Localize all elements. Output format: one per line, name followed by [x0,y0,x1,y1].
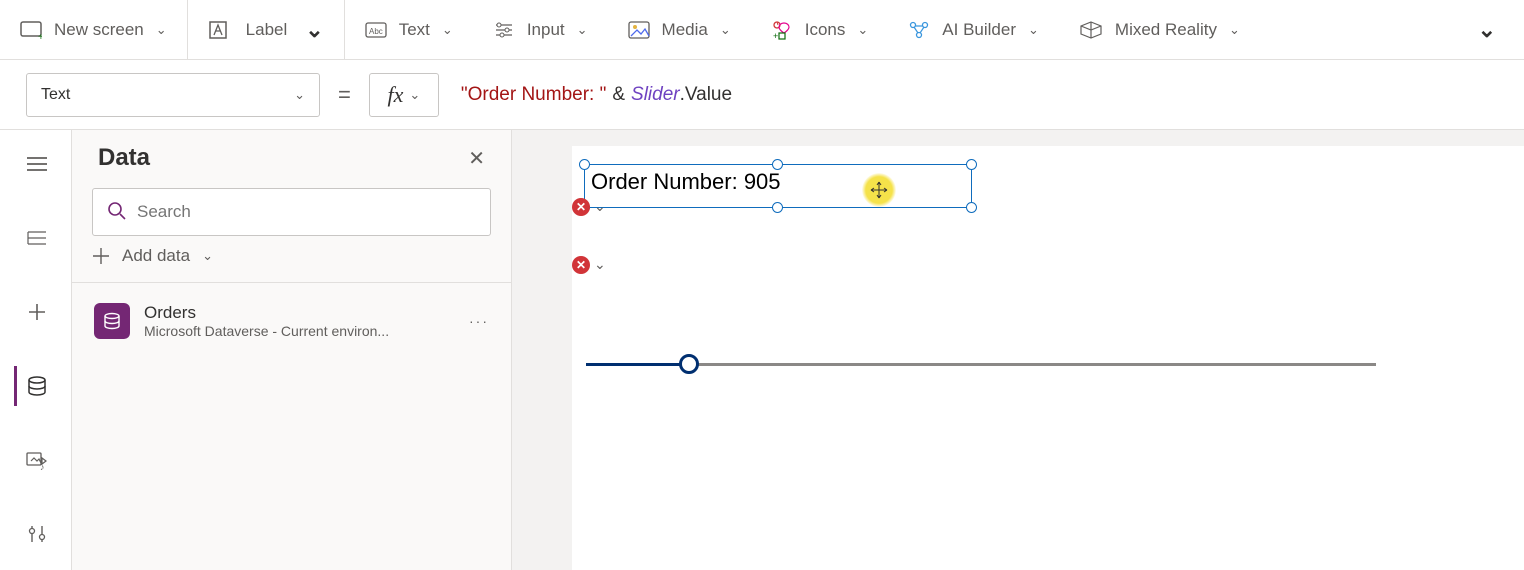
data-panel: Data ✕ Add data ⌄ Orders Microsoft Datav… [72,130,512,570]
data-source-subtitle: Microsoft Dataverse - Current environ... [144,323,389,339]
error-expand-icon[interactable]: ⌄ [594,198,606,215]
rail-tree-view[interactable] [14,218,58,258]
chevron-down-icon: ⌄ [720,22,731,38]
data-search[interactable] [92,188,491,236]
chevron-down-icon: ⌄ [305,17,323,43]
label-icon [208,20,228,40]
chevron-down-icon: ⌄ [1229,22,1240,38]
icons-menu[interactable]: + Icons ⌄ [751,0,889,59]
ai-builder-icon [908,20,930,40]
close-icon[interactable]: ✕ [468,146,485,171]
chevron-down-icon: ⌄ [294,87,305,103]
data-panel-title: Data [98,144,150,172]
new-screen-label: New screen [54,20,144,40]
resize-handle[interactable] [966,202,977,213]
property-selector[interactable]: Text ⌄ [26,73,320,117]
move-cursor-icon [870,181,888,199]
media-icon [628,21,650,39]
resize-handle[interactable] [772,202,783,213]
rail-hamburger[interactable] [14,144,58,184]
fx-icon: fx [387,82,403,108]
chevron-down-icon: ⌄ [442,22,453,38]
chevron-down-icon: ⌄ [1028,22,1039,38]
mixed-reality-label: Mixed Reality [1115,20,1217,40]
chevron-down-icon: ⌄ [202,248,213,264]
add-data-label: Add data [122,246,190,266]
top-command-bar: + New screen ⌄ Label ⌄ Abc Text ⌄ Input … [0,0,1524,60]
error-badge[interactable]: ✕ [572,256,590,274]
data-source-list: Orders Microsoft Dataverse - Current env… [72,282,511,359]
formula-string-token: "Order Number: " [461,84,606,106]
svg-text:+: + [38,32,42,39]
rail-media[interactable]: ♪ [14,440,58,480]
plus-icon [92,247,110,265]
chevron-down-icon: ⌄ [156,22,167,38]
rail-data[interactable] [14,366,58,406]
slider-control[interactable] [586,354,1376,374]
dataverse-icon [94,303,130,339]
ai-builder-menu[interactable]: AI Builder ⌄ [888,0,1059,59]
canvas-area: Order Number: 905 ✕ ⌄ ✕ ⌄ [512,130,1524,570]
formula-input[interactable]: "Order Number: " & Slider.Value [453,73,1498,117]
add-data-button[interactable]: Add data ⌄ [92,246,491,266]
input-icon [493,21,515,39]
slider-thumb[interactable] [679,354,699,374]
label-text: Order Number: 905 [591,169,781,195]
screen-icon: + [20,21,42,39]
slider-track [586,363,1376,366]
icons-icon: + [771,20,793,40]
chevron-down-icon: ⌄ [409,87,420,103]
resize-handle[interactable] [966,159,977,170]
property-name: Text [41,86,70,104]
resize-handle[interactable] [772,159,783,170]
equals-sign: = [334,82,355,108]
search-icon [107,201,127,224]
media-menu[interactable]: Media ⌄ [608,0,751,59]
chevron-down-icon: ⌄ [857,22,868,38]
ai-builder-label: AI Builder [942,20,1016,40]
formula-prop-token: Value [685,84,732,106]
new-screen-button[interactable]: + New screen ⌄ [0,0,187,59]
media-label: Media [662,20,708,40]
data-source-item[interactable]: Orders Microsoft Dataverse - Current env… [86,293,497,349]
error-badge[interactable]: ✕ [572,198,590,216]
fx-button[interactable]: fx ⌄ [369,73,439,117]
text-menu[interactable]: Abc Text ⌄ [345,0,473,59]
more-commands[interactable]: ⌄ [1450,0,1524,59]
rail-advanced-tools[interactable] [14,514,58,554]
formula-operator-token: & [606,84,631,106]
text-icon: Abc [365,22,387,38]
data-source-name: Orders [144,303,389,323]
icons-label: Icons [805,20,846,40]
chevron-down-icon: ⌄ [1478,17,1496,43]
search-input[interactable] [137,202,476,222]
formula-bar: Text ⌄ = fx ⌄ "Order Number: " & Slider.… [0,60,1524,130]
mixed-reality-icon [1079,20,1103,40]
resize-handle[interactable] [579,159,590,170]
cursor-highlight [862,173,896,207]
label-button[interactable]: Label ⌄ [188,0,344,59]
svg-text:♪: ♪ [40,462,45,470]
main-body: ♪ Data ✕ Add data ⌄ [0,130,1524,570]
svg-text:Abc: Abc [369,27,383,36]
text-label: Text [399,20,430,40]
mixed-reality-menu[interactable]: Mixed Reality ⌄ [1059,0,1260,59]
input-menu[interactable]: Input ⌄ [473,0,608,59]
left-rail: ♪ [0,130,72,570]
input-label: Input [527,20,565,40]
data-source-more[interactable]: ··· [469,313,489,329]
rail-insert[interactable] [14,292,58,332]
formula-object-token: Slider [631,84,680,106]
svg-text:+: + [773,31,778,40]
error-expand-icon[interactable]: ⌄ [594,256,606,273]
app-canvas[interactable]: Order Number: 905 ✕ ⌄ ✕ ⌄ [572,146,1524,570]
chevron-down-icon: ⌄ [577,22,588,38]
slider-fill [586,363,689,366]
label-label: Label [246,20,288,40]
selected-label-control[interactable]: Order Number: 905 [584,164,972,208]
